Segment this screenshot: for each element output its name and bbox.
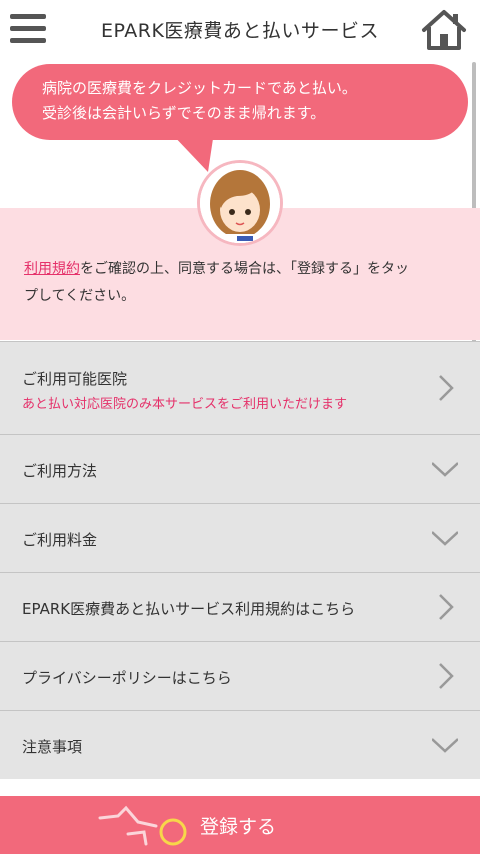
menu-item-terms-of-service[interactable]: EPARK医療費あと払いサービス利用規約はこちら xyxy=(0,572,480,641)
chevron-down-icon xyxy=(432,738,458,753)
register-button[interactable]: 登録する xyxy=(0,796,480,854)
chevron-down-icon xyxy=(432,462,458,477)
speech-bubble-line1: 病院の医療費をクレジットカードであと払い。 xyxy=(42,79,357,97)
notice-text-2: プしてください。 xyxy=(24,288,136,304)
chevron-right-icon xyxy=(439,375,454,401)
menu-item-label: 注意事項 xyxy=(22,738,83,756)
menu-item-privacy-policy[interactable]: プライバシーポリシーはこちら xyxy=(0,641,480,710)
menu-item-available-clinics[interactable]: ご利用可能医院 あと払い対応医院のみ本サービスをご利用いただけます xyxy=(0,341,480,434)
menu-item-fees[interactable]: ご利用料金 xyxy=(0,503,480,572)
register-button-label: 登録する xyxy=(200,816,277,838)
menu-item-notes[interactable]: 注意事項 xyxy=(0,710,480,779)
info-menu-list: ご利用可能医院 あと払い対応医院のみ本サービスをご利用いただけます ご利用方法 … xyxy=(0,341,480,779)
speech-bubble-line2: 受診後は会計いらずでそのまま帰れます。 xyxy=(42,104,326,122)
menu-item-sublabel: あと払い対応医院のみ本サービスをご利用いただけます xyxy=(22,397,348,412)
terms-link[interactable]: 利用規約 xyxy=(24,261,80,277)
notice-text-1: をご確認の上、同意する場合は、「登録する」をタッ xyxy=(80,261,409,277)
menu-item-label: ご利用方法 xyxy=(22,462,98,480)
menu-item-label: ご利用料金 xyxy=(22,531,98,549)
tap-hand-icon xyxy=(98,805,187,846)
speech-bubble: 病院の医療費をクレジットカードであと払い。 受診後は会計いらずでそのまま帰れます… xyxy=(12,64,468,140)
chevron-down-icon xyxy=(432,531,458,546)
menu-item-label: プライバシーポリシーはこちら xyxy=(22,669,232,687)
terms-notice: 利用規約をご確認の上、同意する場合は、「登録する」をタッ プしてください。 xyxy=(24,256,464,310)
menu-item-label: ご利用可能医院 xyxy=(22,370,128,388)
chevron-right-icon xyxy=(439,594,454,620)
menu-item-how-to-use[interactable]: ご利用方法 xyxy=(0,434,480,503)
chevron-right-icon xyxy=(439,663,454,689)
menu-item-label: EPARK医療費あと払いサービス利用規約はこちら xyxy=(22,600,356,618)
avatar xyxy=(197,160,283,246)
